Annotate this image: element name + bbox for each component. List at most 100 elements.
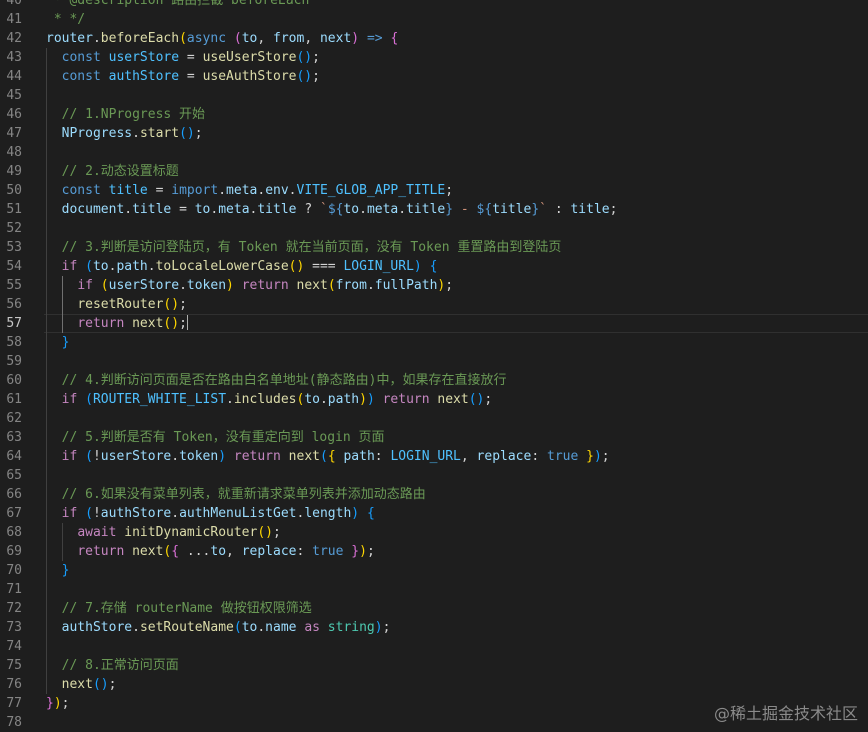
code-text[interactable]: resetRouter();	[46, 295, 187, 314]
code-token: initDynamicRouter	[124, 525, 258, 540]
code-text[interactable]: if (!authStore.authMenuListGet.length) {	[46, 504, 375, 523]
code-text[interactable]: // 1.NProgress 开始	[46, 105, 205, 124]
code-line[interactable]: 69 return next({ ...to, replace: true })…	[0, 542, 868, 561]
code-line[interactable]: 56 resetRouter();	[0, 295, 868, 314]
code-line[interactable]: 58 }	[0, 333, 868, 352]
code-line[interactable]: 53 // 3.判断是访问登陆页，有 Token 就在当前页面，没有 Token…	[0, 238, 868, 257]
code-line[interactable]: 48	[0, 143, 868, 162]
code-text[interactable]: if (ROUTER_WHITE_LIST.includes(to.path))…	[46, 390, 493, 409]
code-line[interactable]: 46 // 1.NProgress 开始	[0, 105, 868, 124]
code-line[interactable]: 73 authStore.setRouteName(to.name as str…	[0, 618, 868, 637]
code-token: string	[327, 620, 375, 635]
code-line[interactable]: 71	[0, 580, 868, 599]
code-line[interactable]: 66 // 6.如果没有菜单列表，就重新请求菜单列表并添加动态路由	[0, 485, 868, 504]
code-line[interactable]: 41 * */	[0, 10, 868, 29]
code-text[interactable]: const authStore = useAuthStore();	[46, 67, 320, 86]
code-line[interactable]: 74	[0, 637, 868, 656]
code-token: userStore	[108, 50, 180, 65]
code-line[interactable]: 45	[0, 86, 868, 105]
code-token: (	[85, 392, 93, 407]
line-number: 50	[6, 183, 22, 198]
code-token: .	[366, 278, 375, 293]
code-token: .	[359, 202, 367, 217]
code-line[interactable]: 51 document.title = to.meta.title ? `${t…	[0, 200, 868, 219]
code-text[interactable]: * */	[46, 10, 85, 29]
code-line[interactable]: 47 NProgress.start();	[0, 124, 868, 143]
code-line[interactable]: 75 // 8.正常访问页面	[0, 656, 868, 675]
code-line[interactable]: 54 if (to.path.toLocaleLowerCase() === L…	[0, 257, 868, 276]
code-text[interactable]: // 4.判断访问页面是否在路由白名单地址(静态路由)中，如果存在直接放行	[46, 371, 507, 390]
code-text[interactable]: return next({ ...to, replace: true });	[46, 542, 374, 561]
code-text[interactable]: // 8.正常访问页面	[46, 656, 179, 675]
code-token: as	[304, 620, 320, 635]
code-text[interactable]: NProgress.start();	[46, 124, 203, 143]
line-number: 53	[6, 240, 22, 255]
code-line[interactable]: 60 // 4.判断访问页面是否在路由白名单地址(静态路由)中，如果存在直接放行	[0, 371, 868, 390]
code-token: )	[359, 544, 367, 559]
code-line[interactable]: 67 if (!authStore.authMenuListGet.length…	[0, 504, 868, 523]
code-text[interactable]: });	[46, 694, 69, 713]
code-text[interactable]: // 6.如果没有菜单列表，就重新请求菜单列表并添加动态路由	[46, 485, 426, 504]
code-line[interactable]: 52	[0, 219, 868, 238]
code-text[interactable]: // 3.判断是访问登陆页，有 Token 就在当前页面，没有 Token 重置…	[46, 238, 562, 257]
code-line[interactable]: 76 next();	[0, 675, 868, 694]
code-text[interactable]: // 2.动态设置标题	[46, 162, 179, 181]
code-token: router	[46, 31, 93, 46]
code-line[interactable]: 40 * @description 路由拦截 beforeEach	[0, 0, 868, 10]
line-number: 76	[6, 677, 22, 692]
code-text[interactable]: document.title = to.meta.title ? `${to.m…	[46, 200, 618, 219]
code-text[interactable]: await initDynamicRouter();	[46, 523, 281, 542]
code-line[interactable]: 57 return next();	[0, 314, 868, 333]
code-token: .	[147, 259, 156, 274]
code-token: ;	[445, 183, 454, 198]
code-text[interactable]: if (userStore.token) return next(from.fu…	[46, 276, 453, 295]
code-text[interactable]: const title = import.meta.env.VITE_GLOB_…	[46, 181, 453, 200]
code-token: .	[319, 392, 328, 407]
code-editor[interactable]: 40 * @description 路由拦截 beforeEach 41 * */…	[0, 0, 868, 732]
code-text[interactable]: // 5.判断是否有 Token，没有重定向到 login 页面	[46, 428, 385, 447]
code-token: // 2.动态设置标题	[61, 164, 179, 179]
code-text[interactable]: next();	[46, 675, 117, 694]
code-text[interactable]: // 7.存储 routerName 做按钮权限筛选	[46, 599, 312, 618]
code-text[interactable]: if (!userStore.token) return next({ path…	[46, 447, 610, 466]
code-line[interactable]: 72 // 7.存储 routerName 做按钮权限筛选	[0, 599, 868, 618]
code-line[interactable]: 42 router.beforeEach(async (to, from, nex…	[0, 29, 868, 48]
code-text[interactable]: return next();	[46, 314, 188, 333]
code-token: )	[351, 506, 360, 521]
code-line[interactable]: 50 const title = import.meta.env.VITE_GL…	[0, 181, 868, 200]
code-line[interactable]: 64 if (!userStore.token) return next({ p…	[0, 447, 868, 466]
code-line[interactable]: 63 // 5.判断是否有 Token，没有重定向到 login 页面	[0, 428, 868, 447]
code-line[interactable]: 61 if (ROUTER_WHITE_LIST.includes(to.pat…	[0, 390, 868, 409]
code-token: if	[61, 449, 78, 464]
code-line[interactable]: 44 const authStore = useAuthStore();	[0, 67, 868, 86]
code-line[interactable]: 70 }	[0, 561, 868, 580]
code-line[interactable]: 59	[0, 352, 868, 371]
code-text[interactable]: if (to.path.toLocaleLowerCase() === LOGI…	[46, 257, 438, 276]
code-token: ${	[476, 202, 493, 217]
code-token: }	[46, 696, 54, 711]
code-text[interactable]: }	[46, 561, 70, 580]
code-text[interactable]: router.beforeEach(async (to, from, next)…	[46, 29, 398, 48]
code-text[interactable]: }	[46, 333, 70, 352]
code-token: .	[132, 126, 140, 141]
code-text[interactable]: const userStore = useUserStore();	[46, 48, 320, 67]
code-line[interactable]: 65	[0, 466, 868, 485]
code-line[interactable]: 43 const userStore = useUserStore();	[0, 48, 868, 67]
code-token: authStore	[108, 69, 180, 84]
code-token: .	[132, 620, 140, 635]
code-line[interactable]: 49 // 2.动态设置标题	[0, 162, 868, 181]
code-line[interactable]: 62	[0, 409, 868, 428]
code-text[interactable]: * @description 路由拦截 beforeEach	[46, 0, 310, 10]
code-text[interactable]: authStore.setRouteName(to.name as string…	[46, 618, 391, 637]
line-number: 58	[6, 335, 22, 350]
code-line[interactable]: 68 await initDynamicRouter();	[0, 523, 868, 542]
code-line[interactable]: 55 if (userStore.token) return next(from…	[0, 276, 868, 295]
code-token: =>	[366, 31, 383, 46]
